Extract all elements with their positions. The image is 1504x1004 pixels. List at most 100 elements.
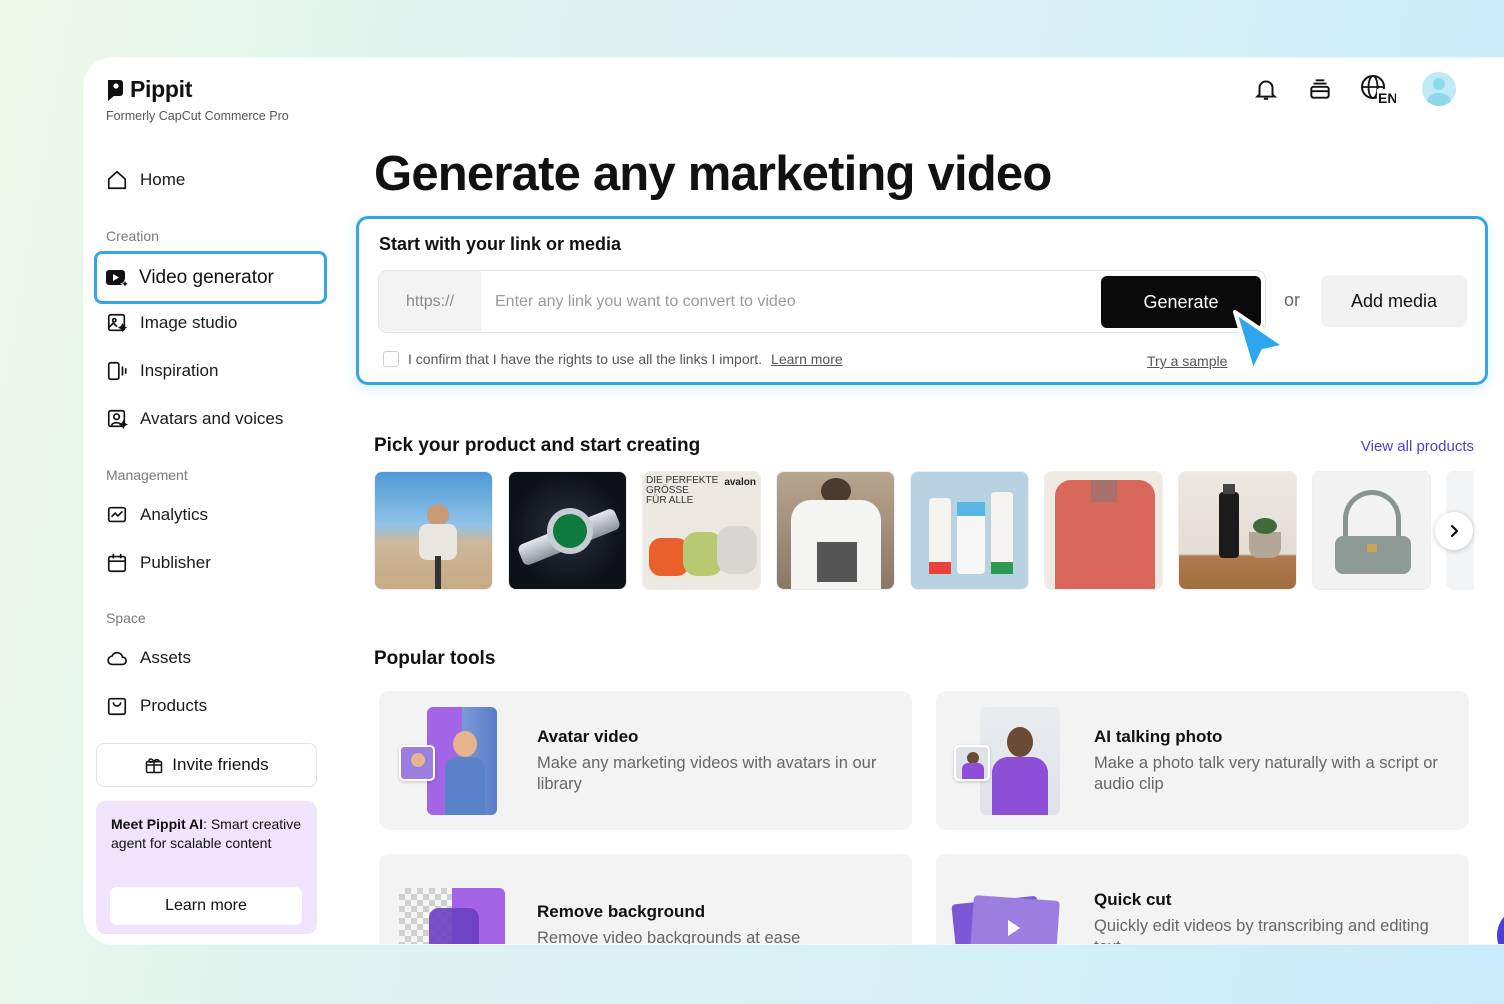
tool-title: Quick cut (1094, 890, 1172, 909)
language-code: EN (1378, 90, 1396, 104)
confirm-text: I confirm that I have the rights to use … (408, 351, 763, 367)
sidebar-item-avatars-voices[interactable]: Avatars and voices (106, 405, 283, 433)
promo-card: Meet Pippit AI: Smart creative agent for… (96, 801, 317, 934)
sidebar-item-label: Publisher (140, 553, 211, 572)
sidebar-item-home[interactable]: Home (106, 166, 185, 194)
section-label-space: Space (106, 610, 146, 626)
product-bean-bags[interactable]: DIE PERFEKTE GRÖSSE FÜR ALLE avalon (642, 471, 761, 590)
link-input-card: Start with your link or media https:// G… (356, 216, 1488, 385)
promo-text: Meet Pippit AI: Smart creative agent for… (111, 815, 302, 853)
tool-description: Make a photo talk very naturally with a … (1094, 754, 1438, 793)
sidebar-item-label: Video generator (139, 266, 274, 288)
product-box-icon (107, 697, 127, 716)
image-studio-icon (107, 313, 128, 333)
tool-card-ai-talking-photo[interactable]: AI talking photo Make a photo talk very … (936, 691, 1469, 830)
add-media-button[interactable]: Add media (1321, 275, 1467, 327)
brand-logo[interactable]: Pippit (106, 76, 192, 103)
home-icon (107, 170, 127, 190)
tool-title: Avatar video (537, 727, 639, 746)
sidebar-item-analytics[interactable]: Analytics (106, 501, 208, 529)
header-icons: EN (1252, 72, 1456, 106)
avatar-video-thumbnail (427, 707, 497, 815)
analytics-icon (107, 506, 127, 523)
try-sample-link[interactable]: Try a sample (1147, 353, 1227, 369)
notifications-button[interactable] (1252, 75, 1280, 103)
tool-card-avatar-video[interactable]: Avatar video Make any marketing videos w… (379, 691, 912, 830)
quick-cut-thumbnail (950, 894, 1060, 944)
sidebar-item-label: Image studio (140, 313, 238, 332)
layers-icon (1310, 79, 1330, 99)
pippit-logo-icon (108, 79, 123, 101)
product-green-watch[interactable] (508, 471, 627, 590)
sidebar-item-image-studio[interactable]: Image studio (106, 309, 237, 337)
cloud-icon (107, 651, 127, 666)
sidebar-item-label: Products (140, 696, 208, 715)
user-avatar[interactable] (1422, 72, 1456, 106)
tool-description: Quickly edit videos by transcribing and … (1094, 917, 1429, 944)
sidebar-item-inspiration[interactable]: Inspiration (106, 357, 218, 385)
language-button[interactable]: EN (1360, 75, 1396, 104)
bell-icon (1254, 80, 1278, 100)
carousel-next-button[interactable] (1435, 512, 1473, 550)
url-input-box: https:// Generate (378, 270, 1266, 333)
avatar-mini-thumbnail (399, 745, 435, 781)
app-window: Pippit Formerly CapCut Commerce Pro Home… (84, 58, 1504, 944)
bean-bag-caption: DIE PERFEKTE GRÖSSE FÜR ALLE (646, 476, 718, 506)
sidebar-item-label: Avatars and voices (140, 409, 284, 428)
invite-friends-button[interactable]: Invite friends (96, 743, 317, 787)
rights-checkbox[interactable] (383, 351, 399, 367)
url-input[interactable] (481, 271, 1101, 332)
sidebar: Pippit Formerly CapCut Commerce Pro Home… (84, 58, 344, 944)
product-cream-tubes[interactable] (910, 471, 1029, 590)
video-generator-icon (106, 269, 129, 289)
section-label-management: Management (106, 467, 188, 483)
tool-description: Make any marketing videos with avatars i… (537, 754, 877, 793)
tool-title: AI talking photo (1094, 727, 1223, 746)
sidebar-item-label: Analytics (140, 505, 209, 524)
url-prefix: https:// (379, 271, 481, 332)
sidebar-item-assets[interactable]: Assets (106, 644, 191, 672)
talking-photo-mini-thumbnail (954, 745, 990, 781)
chevron-right-icon (1450, 524, 1459, 538)
page-title: Generate any marketing video (374, 147, 1052, 201)
sidebar-item-label: Inspiration (140, 361, 219, 380)
pointer-cursor-icon (1233, 310, 1287, 374)
sidebar-item-label: Assets (140, 648, 192, 667)
tools-section-title: Popular tools (374, 648, 496, 669)
invite-label: Invite friends (172, 755, 269, 774)
product-beach-photo[interactable] (374, 471, 493, 590)
product-spray-bottle[interactable] (1178, 471, 1297, 590)
products-section-title: Pick your product and start creating (374, 435, 701, 456)
avatar-icon (107, 409, 128, 430)
product-red-shirt[interactable] (1044, 471, 1163, 590)
tool-card-quick-cut[interactable]: Quick cut Quickly edit videos by transcr… (936, 854, 1469, 944)
product-handbag[interactable] (1312, 471, 1431, 590)
inspiration-icon (107, 361, 127, 381)
section-label-creation: Creation (106, 228, 159, 244)
bean-bag-brand: avalon (724, 477, 756, 488)
remove-bg-thumbnail (399, 888, 505, 944)
promo-bold: Meet Pippit AI (111, 816, 204, 832)
learn-more-link[interactable]: Learn more (771, 351, 843, 367)
globe-icon: EN (1361, 75, 1396, 104)
sidebar-item-video-generator[interactable]: Video generator (94, 251, 327, 304)
bean-bag-caption-line-3: FÜR ALLE (646, 495, 694, 506)
gift-icon (146, 758, 163, 774)
promo-learn-more-button[interactable]: Learn more (110, 887, 302, 925)
tool-title: Remove background (537, 902, 706, 921)
sidebar-item-label: Home (140, 170, 186, 189)
tool-card-remove-background[interactable]: Remove background Remove video backgroun… (379, 854, 912, 944)
product-carousel: DIE PERFEKTE GRÖSSE FÜR ALLE avalon (374, 471, 1474, 590)
sidebar-item-publisher[interactable]: Publisher (106, 549, 211, 577)
brand-name: Pippit (130, 76, 193, 102)
help-button[interactable] (1497, 907, 1504, 944)
talking-photo-thumbnail (980, 707, 1060, 815)
product-white-tshirt[interactable] (776, 471, 895, 590)
brand-subtitle: Formerly CapCut Commerce Pro (106, 109, 289, 123)
link-card-title: Start with your link or media (379, 234, 622, 254)
tool-description: Remove video backgrounds at ease (537, 929, 801, 944)
view-all-products-link[interactable]: View all products (1361, 438, 1474, 455)
sidebar-item-products[interactable]: Products (106, 692, 207, 720)
layers-button[interactable] (1306, 75, 1334, 103)
rights-confirm: I confirm that I have the rights to use … (383, 351, 843, 367)
